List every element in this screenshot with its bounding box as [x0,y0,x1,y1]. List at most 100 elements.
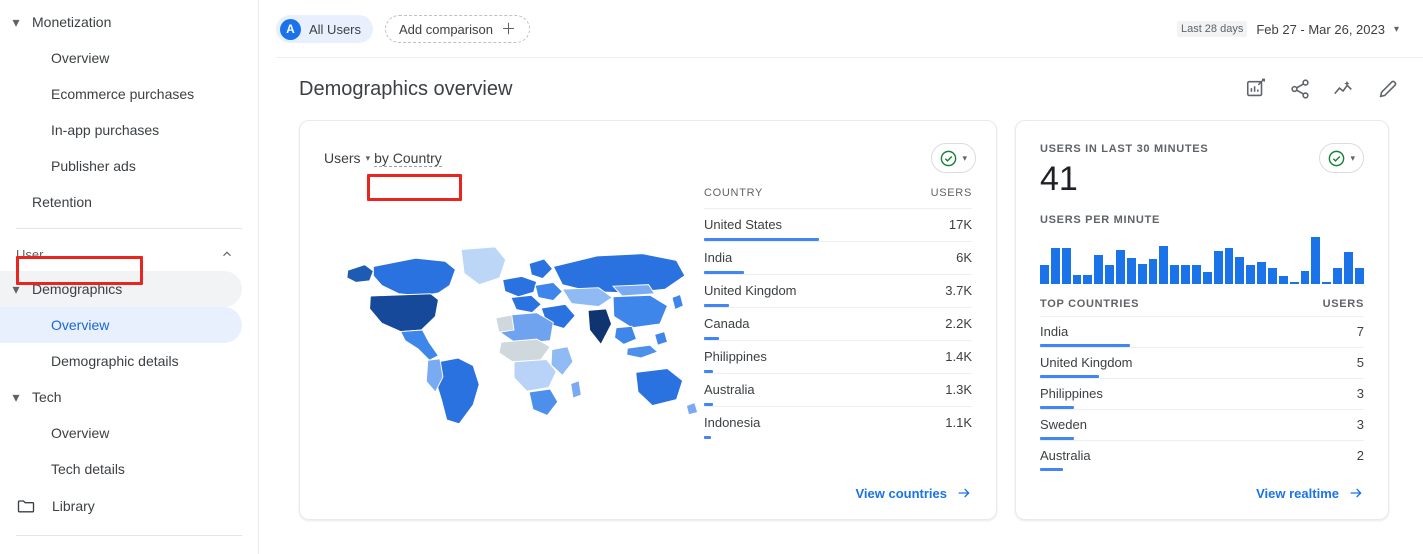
caret-down-icon[interactable]: ▾ [8,389,24,405]
sidebar-item-tech-details[interactable]: Tech details [0,451,242,487]
row-value: 1.4K [945,349,972,364]
row-label: Australia [1040,448,1091,464]
sidebar-item-overview[interactable]: Overview [0,307,242,343]
row-label: Indonesia [704,415,761,430]
sidebar-item-demographic-details[interactable]: Demographic details [0,343,242,379]
sidebar-item-retention[interactable]: Retention [0,184,242,220]
metric-label: Users [324,150,361,166]
all-users-label: All Users [309,21,362,37]
row-value: 2.2K [945,316,972,331]
spark-bar [1202,271,1212,285]
page-actions [1245,78,1399,100]
row-value: 1.1K [945,415,972,430]
date-range-label: Feb 27 - Mar 26, 2023 [1256,21,1385,37]
users-by-country-card: Users ▾ by Country ▾ COUNTRY USERS Unite… [299,120,997,520]
spark-bar [1137,263,1147,285]
share-icon[interactable] [1289,78,1311,100]
row-value: 6K [956,250,972,265]
spark-bar [1192,264,1201,285]
all-users-chip[interactable]: A All Users [276,15,374,43]
chevron-down-icon: ▾ [962,152,967,163]
table-row[interactable]: India 6K [704,241,972,274]
country-table: COUNTRY USERS United States 17K India 6K Uni… [704,181,972,473]
sidebar-item-library[interactable]: Library [0,487,258,525]
sidebar-item-publisher-ads[interactable]: Publisher ads [0,148,242,184]
column-header-top-countries: TOP COUNTRIES [1040,298,1140,311]
sidebar-item-demographics[interactable]: ▾ Demographics [0,271,242,307]
add-comparison-button[interactable]: Add comparison ＋ [385,15,530,43]
caret-down-icon[interactable]: ▾ [8,14,24,30]
sidebar-item-label: Tech [32,389,62,405]
page-header: Demographics overview [259,58,1423,120]
realtime-status-control[interactable]: ▾ [1319,143,1364,173]
card-footer: View countries [300,467,996,519]
spark-bar [1311,237,1321,285]
spark-bar [1083,274,1093,285]
sidebar-item-label: Tech details [51,461,125,477]
column-header-users: USERS [1322,298,1364,311]
edit-pencil-icon[interactable] [1377,78,1399,100]
sidebar-item-label: Demographics [32,281,123,297]
spark-bar [1159,245,1169,285]
metric-selector[interactable]: Users ▾ [324,150,370,166]
spark-bar [1246,264,1256,285]
realtime-card: USERS IN LAST 30 MINUTES 41 ▾ USERS PER … [1015,120,1389,520]
row-label: Australia [704,382,755,397]
spark-bar [1322,281,1332,285]
table-row[interactable]: United Kingdom 3.7K [704,274,972,307]
cards-row: Users ▾ by Country ▾ COUNTRY USERS Unite… [259,120,1423,520]
row-value: 17K [948,217,972,232]
sidebar-item-label: Monetization [32,14,112,30]
check-circle-icon [941,150,957,166]
row-label: Sweden [1040,417,1087,433]
sidebar-divider-bottom [16,535,242,536]
sidebar-item-monetization[interactable]: ▾ Monetization [0,4,242,40]
list-item[interactable]: United Kingdom 5 [1040,347,1364,379]
table-row[interactable]: Australia 1.3K [704,373,972,406]
card-status-control[interactable]: ▾ [931,143,976,173]
spark-bar [1181,264,1191,285]
view-countries-link[interactable]: View countries [855,485,972,501]
users-per-minute-chart[interactable] [1040,234,1364,285]
list-item[interactable]: Sweden 3 [1040,409,1364,441]
list-item[interactable]: Philippines 3 [1040,378,1364,410]
sidebar-item-tech[interactable]: ▾ Tech [0,379,242,415]
spark-bar [1333,267,1343,285]
comparison-toolbar: A All Users Add comparison ＋ Last 28 day… [259,0,1423,58]
sidebar-section-user[interactable]: User [0,237,258,271]
row-value: 7 [1356,324,1364,340]
row-label: India [1040,324,1069,340]
left-sidebar: ▾ Monetization Overview Ecommerce purchases… [0,0,258,554]
table-row[interactable]: Canada 2.2K [704,307,972,340]
chevron-down-icon: ▾ [365,152,371,163]
sidebar-item-overview[interactable]: Overview [0,415,242,451]
column-header-country: COUNTRY [704,187,764,199]
table-row[interactable]: Indonesia 1.1K [704,406,972,439]
trend-insights-icon[interactable] [1333,78,1355,100]
view-countries-label: View countries [855,485,947,501]
row-value: 1.3K [945,382,972,397]
spark-bar [1126,258,1136,285]
world-map-chart[interactable] [324,181,704,473]
list-item[interactable]: India 7 [1040,316,1364,348]
arrow-right-icon [1350,488,1362,498]
table-row[interactable]: Philippines 1.4K [704,340,972,373]
sidebar-item-label: Publisher ads [51,158,136,174]
analytics-app: ▾ Monetization Overview Ecommerce purchases… [0,0,1423,554]
row-value: 5 [1356,355,1364,371]
card-body: COUNTRY USERS United States 17K India 6K Uni… [300,173,996,473]
caret-down-icon[interactable]: ▾ [8,281,24,297]
world-map-svg [346,246,699,425]
sidebar-item-in-app-purchases[interactable]: In-app purchases [0,112,242,148]
spark-bar [1061,248,1071,285]
row-value: 3 [1356,386,1364,402]
view-realtime-link[interactable]: View realtime [1256,485,1364,501]
sidebar-item-overview[interactable]: Overview [0,40,242,76]
row-label: Philippines [704,349,767,364]
dimension-selector[interactable]: by Country [374,150,442,167]
date-range-picker[interactable]: Last 28 days Feb 27 - Mar 26, 2023 ▾ [1176,21,1399,37]
insights-chart-icon[interactable] [1245,78,1267,100]
sidebar-item-ecommerce-purchases[interactable]: Ecommerce purchases [0,76,242,112]
table-row[interactable]: United States 17K [704,208,972,241]
spark-bar [1105,264,1115,285]
